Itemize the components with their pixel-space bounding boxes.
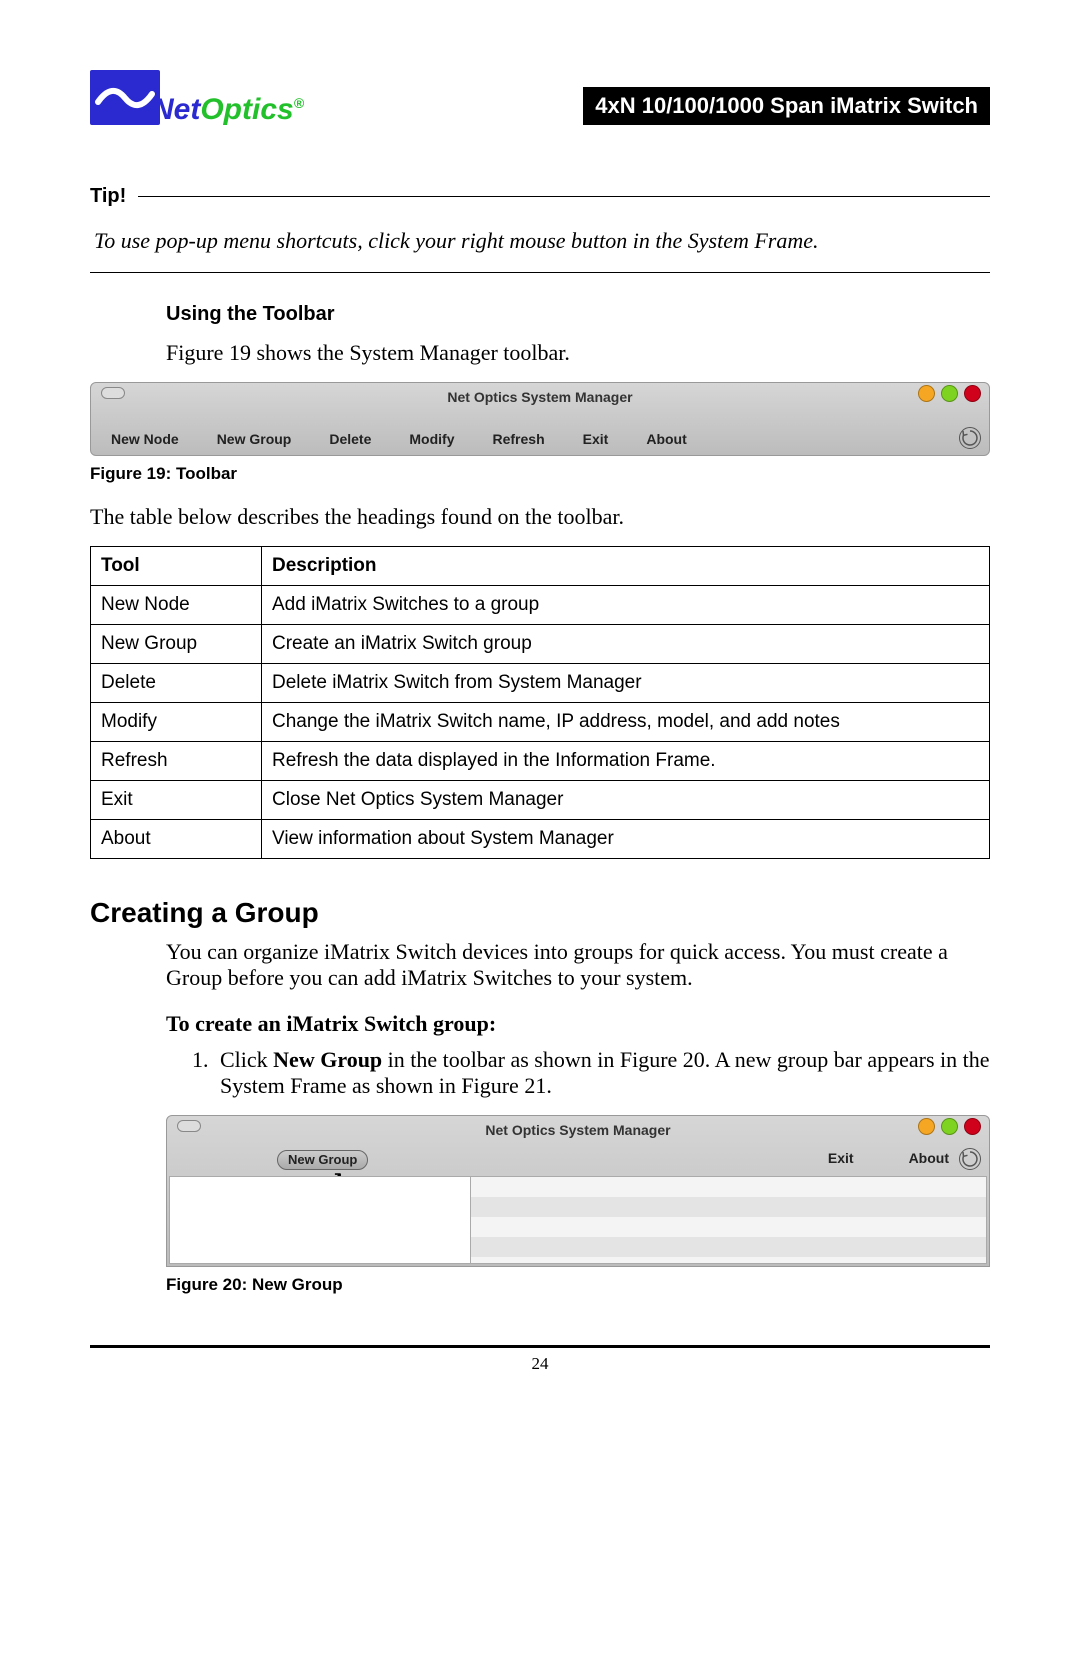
table-row: New NodeAdd iMatrix Switches to a group — [91, 586, 990, 625]
toolbar-description-table: Tool Description New NodeAdd iMatrix Swi… — [90, 546, 990, 859]
cell-desc: View information about System Manager — [262, 820, 990, 859]
cell-tool: Modify — [91, 703, 262, 742]
subheading-create-group: To create an iMatrix Switch group: — [166, 1011, 990, 1037]
figure-20-new-group: Net Optics System Manager New Group Exit… — [166, 1115, 990, 1267]
new-group-button[interactable]: New Group — [277, 1150, 368, 1170]
table-row: RefreshRefresh the data displayed in the… — [91, 742, 990, 781]
refresh-icon[interactable] — [959, 1148, 981, 1170]
table-row: ExitClose Net Optics System Manager — [91, 781, 990, 820]
toolbar-item-exit[interactable]: Exit — [583, 431, 609, 447]
tip-label: Tip! — [90, 185, 126, 208]
footer-divider — [90, 1345, 990, 1348]
subheading-using-toolbar: Using the Toolbar — [166, 303, 990, 326]
body-text: The table below describes the headings f… — [90, 504, 990, 530]
toolbar-item-refresh[interactable]: Refresh — [493, 431, 545, 447]
minimize-icon[interactable] — [918, 1118, 935, 1135]
toolbar-item-new-group[interactable]: New Group — [217, 431, 292, 447]
logo-text-optics: Optics — [200, 93, 293, 126]
close-icon[interactable] — [964, 1118, 981, 1135]
toolbar-item-about[interactable]: About — [909, 1150, 949, 1170]
logo-reg: ® — [294, 95, 304, 111]
window-title: Net Optics System Manager — [447, 389, 632, 405]
figure-20-caption: Figure 20: New Group — [166, 1275, 990, 1295]
cell-desc: Refresh the data displayed in the Inform… — [262, 742, 990, 781]
system-frame — [169, 1176, 471, 1264]
toolbar-item-modify[interactable]: Modify — [409, 431, 454, 447]
table-row: AboutView information about System Manag… — [91, 820, 990, 859]
body-text: You can organize iMatrix Switch devices … — [166, 939, 990, 991]
logo-icon — [90, 70, 160, 125]
close-icon[interactable] — [964, 385, 981, 402]
table-row: ModifyChange the iMatrix Switch name, IP… — [91, 703, 990, 742]
table-row: New GroupCreate an iMatrix Switch group — [91, 625, 990, 664]
cell-desc: Add iMatrix Switches to a group — [262, 586, 990, 625]
table-head-desc: Description — [262, 547, 990, 586]
traffic-lights — [918, 385, 981, 402]
divider — [138, 196, 990, 197]
doc-title: 4xN 10/100/1000 Span iMatrix Switch — [583, 87, 990, 125]
window-title: Net Optics System Manager — [485, 1122, 670, 1138]
cell-tool: Delete — [91, 664, 262, 703]
section-heading-creating-group: Creating a Group — [90, 897, 990, 929]
cell-tool: Exit — [91, 781, 262, 820]
divider — [90, 272, 990, 273]
step-list: Click New Group in the toolbar as shown … — [190, 1047, 990, 1099]
figure-19-toolbar: Net Optics System Manager New Node New G… — [90, 382, 990, 456]
table-row: DeleteDelete iMatrix Switch from System … — [91, 664, 990, 703]
toolbar-item-exit[interactable]: Exit — [828, 1150, 854, 1170]
cell-tool: New Node — [91, 586, 262, 625]
cell-tool: Refresh — [91, 742, 262, 781]
toolbar-item-delete[interactable]: Delete — [329, 431, 371, 447]
cell-desc: Close Net Optics System Manager — [262, 781, 990, 820]
traffic-lights — [918, 1118, 981, 1135]
cell-tool: About — [91, 820, 262, 859]
refresh-icon[interactable] — [959, 427, 981, 449]
zoom-icon[interactable] — [941, 385, 958, 402]
cell-tool: New Group — [91, 625, 262, 664]
body-text: Figure 19 shows the System Manager toolb… — [166, 340, 990, 366]
toolbar-item-about[interactable]: About — [646, 431, 686, 447]
page-number: 24 — [90, 1354, 990, 1374]
page-header: NetOptics® 4xN 10/100/1000 Span iMatrix … — [90, 70, 990, 125]
cell-desc: Change the iMatrix Switch name, IP addre… — [262, 703, 990, 742]
minimize-icon[interactable] — [918, 385, 935, 402]
logo-text-net: Net — [152, 93, 200, 126]
zoom-icon[interactable] — [941, 1118, 958, 1135]
table-head-tool: Tool — [91, 547, 262, 586]
cell-desc: Delete iMatrix Switch from System Manage… — [262, 664, 990, 703]
step-1: Click New Group in the toolbar as shown … — [214, 1047, 990, 1099]
figure-19-caption: Figure 19: Toolbar — [90, 464, 990, 484]
toolbar-item-new-node[interactable]: New Node — [111, 431, 179, 447]
cell-desc: Create an iMatrix Switch group — [262, 625, 990, 664]
logo: NetOptics® — [90, 70, 304, 125]
tip-text: To use pop-up menu shortcuts, click your… — [90, 228, 990, 254]
